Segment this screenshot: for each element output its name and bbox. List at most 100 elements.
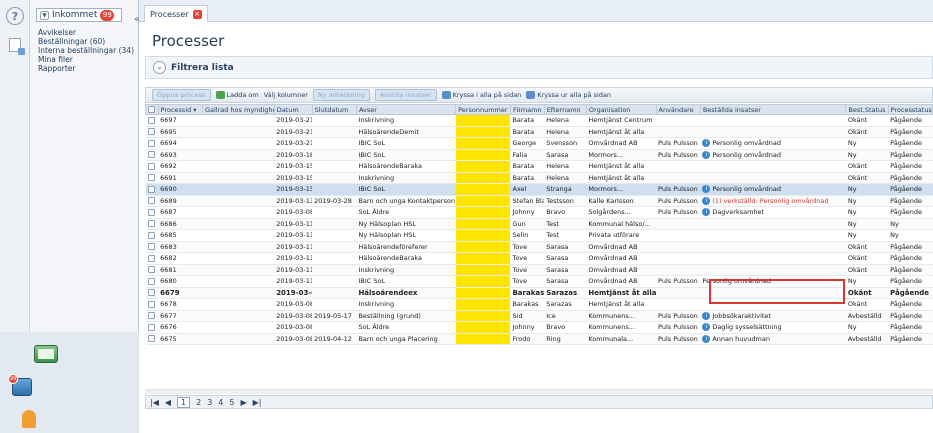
- choose-columns-button[interactable]: Välj kolumner: [264, 91, 308, 99]
- column-header[interactable]: Förnamn: [509, 104, 545, 115]
- info-icon[interactable]: i: [702, 334, 711, 343]
- process-id-cell: 6687: [158, 206, 203, 219]
- table-row[interactable]: 6692 2019-03-15 HälsoärendeBaraka 19840515 B…: [145, 160, 933, 173]
- table-row[interactable]: 6678 2019-03-08 Inskrivning 19900515 Barakas…: [145, 298, 933, 311]
- column-header[interactable]: Slutdatum: [311, 104, 357, 115]
- inbox-item-interna-bestallningar[interactable]: Interna beställningar (34): [38, 46, 134, 55]
- info-icon[interactable]: i: [702, 139, 711, 148]
- row-checkbox[interactable]: [147, 185, 155, 193]
- document-icon[interactable]: [6, 36, 25, 55]
- column-header[interactable]: Gallrad hos myndighet: [201, 104, 275, 115]
- table-row[interactable]: 6677 2019-03-08 2019-05-17 Beställning (gru…: [145, 310, 933, 322]
- filter-toggle[interactable]: ⌄ Filtrera lista: [145, 56, 933, 79]
- select-all-header[interactable]: [145, 104, 159, 115]
- page-4-button[interactable]: 4: [218, 398, 223, 407]
- column-header[interactable]: Efternamn: [543, 104, 587, 115]
- inbox-item-mina-filer[interactable]: Mina filer: [38, 55, 134, 64]
- info-icon[interactable]: i: [702, 323, 711, 332]
- row-checkbox[interactable]: [147, 139, 155, 147]
- column-header[interactable]: Avser: [355, 104, 457, 115]
- column-header[interactable]: Personnummer: [455, 104, 511, 115]
- new-note-button[interactable]: Ny anteckning: [312, 89, 370, 101]
- row-checkbox[interactable]: [147, 312, 155, 320]
- table-row[interactable]: 6690 2019-03-15 IBIC SoL 19800515 Axel Strang…: [145, 183, 933, 196]
- column-header[interactable]: Organisation: [585, 104, 657, 115]
- tab-processer[interactable]: Processer ×: [144, 5, 208, 22]
- row-checkbox[interactable]: [147, 243, 155, 251]
- row-checkbox[interactable]: [147, 289, 155, 297]
- table-row[interactable]: 6675 2019-03-08 2019-04-12 Barn och unga Pl…: [145, 333, 933, 345]
- row-checkbox[interactable]: [147, 323, 155, 331]
- info-icon[interactable]: i: [702, 185, 711, 194]
- reload-button[interactable]: Ladda om: [215, 91, 259, 99]
- table-row[interactable]: 6679 2019-03-0 Hälsoärendeex 19900515 Baraka…: [145, 287, 933, 299]
- row-checkbox[interactable]: [147, 300, 155, 308]
- table-row[interactable]: 6695 2019-03-21 HälsoärendeDemit 19840515 Ba…: [145, 126, 933, 138]
- column-header[interactable]: Processtatus: [887, 104, 933, 115]
- table-row[interactable]: 6691 2019-03-15 Inskrivning 19840515 Barata H…: [145, 172, 933, 184]
- help-icon[interactable]: ?: [6, 7, 24, 25]
- row-checkbox[interactable]: [147, 151, 155, 159]
- column-header[interactable]: Processid ▾: [157, 104, 203, 115]
- first-name-cell: Barata: [510, 160, 545, 173]
- row-checkbox[interactable]: [147, 335, 155, 343]
- row-checkbox[interactable]: [147, 266, 155, 274]
- row-checkbox[interactable]: [147, 220, 155, 228]
- page-2-button[interactable]: 2: [196, 398, 201, 407]
- horizontal-scrollbar[interactable]: [145, 389, 933, 394]
- table-row[interactable]: 6693 2019-03-18 IBIC SoL 19600515 Falia Saras…: [145, 149, 933, 161]
- column-header[interactable]: Användare: [655, 104, 701, 115]
- row-checkbox[interactable]: [147, 277, 155, 285]
- column-header[interactable]: Best.Status: [845, 104, 889, 115]
- uncheck-all-button[interactable]: Kryssa ur alla på sidan: [526, 91, 611, 99]
- row-checkbox[interactable]: [147, 174, 155, 182]
- table-row[interactable]: 6686 2019-03-11 Ny Hälsoplan HSL 19320409 Gu…: [145, 218, 933, 230]
- row-checkbox[interactable]: [147, 116, 155, 124]
- page-5-button[interactable]: 5: [229, 398, 234, 407]
- table-row[interactable]: 6694 2019-03-21 IBIC SoL 19700515 George Sven…: [145, 137, 933, 150]
- subject-cell: Beställning (grund): [356, 310, 456, 322]
- end-efforts-button[interactable]: Avsluta insatser: [374, 89, 437, 101]
- inbox-item-rapporter[interactable]: Rapporter: [38, 64, 134, 73]
- inbox-item-avvikelser[interactable]: Avvikelser: [38, 28, 134, 37]
- user-avatar-icon[interactable]: [22, 410, 36, 428]
- info-icon[interactable]: i: [702, 150, 711, 159]
- row-checkbox[interactable]: [147, 254, 155, 262]
- table-row[interactable]: 6676 2019-03-08 SoL Äldre 19810512 Johnny Bra…: [145, 321, 933, 334]
- open-process-button[interactable]: Öppna process: [152, 89, 211, 101]
- row-checkbox[interactable]: [147, 128, 155, 136]
- screen-app-icon[interactable]: [34, 345, 58, 363]
- select-all-checkbox[interactable]: [148, 106, 155, 113]
- column-header[interactable]: Beställda insatser: [699, 104, 847, 115]
- table-row[interactable]: 6680 2019-03-11 IBIC SoL 19860515 Tove Sarasa…: [145, 275, 933, 288]
- ordered-efforts-cell: [700, 218, 846, 230]
- table-row[interactable]: 6683 2019-03-11 Hälsoärendeföreferer 198605…: [145, 241, 933, 253]
- table-row[interactable]: 6685 2019-03-11 Ny Hälsoplan HSL 19101010 Se…: [145, 229, 933, 242]
- first-name-cell: George: [510, 137, 545, 150]
- row-checkbox[interactable]: [147, 197, 155, 205]
- info-icon[interactable]: i: [702, 311, 711, 320]
- row-checkbox[interactable]: [147, 231, 155, 239]
- inbox-dropdown[interactable]: ▼ Inkommet 99: [36, 8, 122, 22]
- table-row[interactable]: 6687 2019-03-08 SoL Äldre 19810512 Johnny Bra…: [145, 206, 933, 219]
- end-date-cell: [312, 183, 357, 196]
- check-all-button[interactable]: Kryssa i alla på sidan: [441, 91, 521, 99]
- page-3-button[interactable]: 3: [207, 398, 212, 407]
- first-page-button[interactable]: |◀: [150, 398, 159, 407]
- first-name-cell: Frodo: [510, 333, 545, 345]
- close-icon[interactable]: ×: [192, 9, 202, 19]
- row-checkbox[interactable]: [147, 208, 155, 216]
- row-checkbox[interactable]: [147, 162, 155, 170]
- page-1-button[interactable]: 1: [177, 396, 191, 408]
- table-row[interactable]: 6681 2019-03-11 Inskrivning 19860515 Tove Sar…: [145, 264, 933, 276]
- column-header[interactable]: Datum: [273, 104, 313, 115]
- table-row[interactable]: 6689 2019-03-13 2019-03-28 Barn och unga Ko…: [145, 195, 933, 207]
- inbox-item-bestallningar[interactable]: Beställningar (60): [38, 37, 134, 46]
- next-page-button[interactable]: ▶: [240, 398, 246, 407]
- table-row[interactable]: 6697 2019-03-21 Inskrivning 19840515 Barata H…: [145, 114, 933, 127]
- last-page-button[interactable]: ▶|: [253, 398, 262, 407]
- table-row[interactable]: 6682 2019-03-11 HälsoärendeBaraka 19860515 T…: [145, 252, 933, 265]
- prev-page-button[interactable]: ◀: [165, 398, 171, 407]
- info-icon[interactable]: i: [702, 208, 711, 217]
- info-icon[interactable]: i: [702, 196, 711, 205]
